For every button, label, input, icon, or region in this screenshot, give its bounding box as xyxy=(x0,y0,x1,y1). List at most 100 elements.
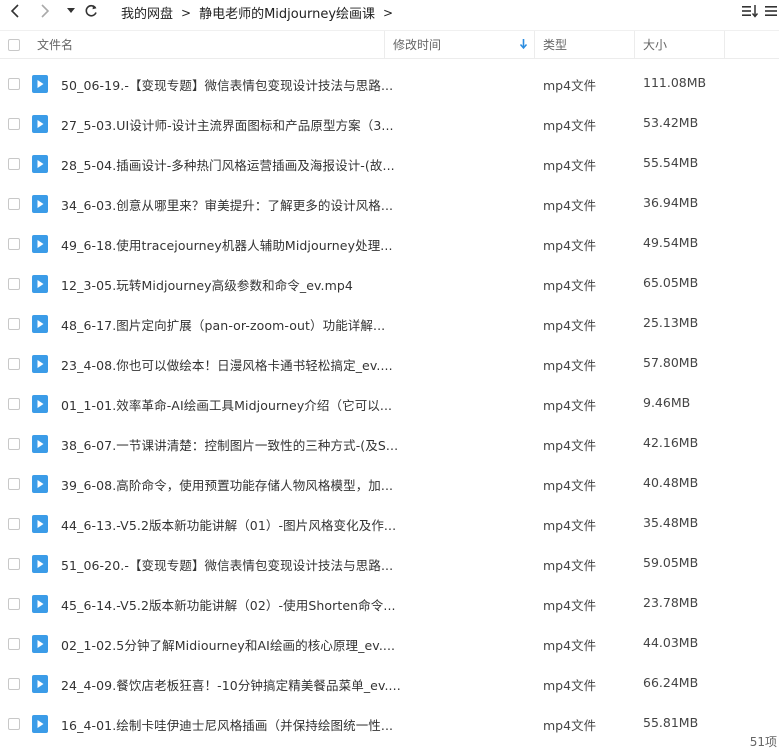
file-row[interactable]: 23_4-08.你也可以做绘本！日漫风格卡通书轻松搞定_ev.... mp4文件 5… xyxy=(0,344,779,384)
file-row[interactable]: 38_6-07.一节课讲清楚：控制图片一致性的三种方式-(及S... mp4文件 4… xyxy=(0,424,779,464)
file-type: mp4文件 xyxy=(543,278,597,293)
video-file-icon xyxy=(32,75,48,93)
file-size: 36.94MB xyxy=(643,195,699,210)
file-type: mp4文件 xyxy=(543,678,597,693)
video-file-icon xyxy=(32,195,48,213)
row-checkbox[interactable] xyxy=(8,518,20,530)
row-checkbox[interactable] xyxy=(8,678,20,690)
file-row[interactable]: 49_6-18.使用tracejourney机器人辅助Midjourney处理.… xyxy=(0,224,779,264)
file-name[interactable]: 48_6-17.图片定向扩展（pan-or-zoom-out）功能详解... xyxy=(61,315,385,334)
column-modified[interactable]: 修改时间 xyxy=(393,31,441,59)
file-type: mp4文件 xyxy=(543,358,597,373)
file-name[interactable]: 51_06-20.-【变现专题】微信表情包变现设计技法与思路... xyxy=(61,555,393,574)
row-checkbox[interactable] xyxy=(8,238,20,250)
file-row[interactable]: 39_6-08.高阶命令，使用预置功能存储人物风格模型，加... mp4文件 40.… xyxy=(0,464,779,504)
file-name[interactable]: 38_6-07.一节课讲清楚：控制图片一致性的三种方式-(及S... xyxy=(61,435,398,454)
file-row[interactable]: 24_4-09.餐饮店老板狂喜！-10分钟搞定精美餐品菜单_ev.... mp4文… xyxy=(0,664,779,704)
row-checkbox[interactable] xyxy=(8,558,20,570)
select-all-checkbox[interactable] xyxy=(8,39,20,51)
file-name[interactable]: 44_6-13.-V5.2版本新功能讲解（01）-图片风格变化及作... xyxy=(61,515,396,534)
file-row[interactable]: 01_1-01.效率革命-AI绘画工具Midjourney介绍（它可以... mp… xyxy=(0,384,779,424)
back-button[interactable] xyxy=(6,2,24,20)
file-type: mp4文件 xyxy=(543,478,597,493)
file-type: mp4文件 xyxy=(543,78,597,93)
row-checkbox[interactable] xyxy=(8,318,20,330)
file-row[interactable]: 51_06-20.-【变现专题】微信表情包变现设计技法与思路... mp4文件 59… xyxy=(0,544,779,584)
file-row[interactable]: 27_5-03.UI设计师-设计主流界面图标和产品原型方案（3... mp4文件 5… xyxy=(0,104,779,144)
row-checkbox[interactable] xyxy=(8,198,20,210)
file-name[interactable]: 01_1-01.效率革命-AI绘画工具Midjourney介绍（它可以... xyxy=(61,395,392,414)
file-type: mp4文件 xyxy=(543,318,597,333)
file-type: mp4文件 xyxy=(543,198,597,213)
row-checkbox[interactable] xyxy=(8,158,20,170)
file-type: mp4文件 xyxy=(543,638,597,653)
file-name[interactable]: 28_5-04.插画设计-多种热门风格运营插画及海报设计-(故... xyxy=(61,155,395,174)
column-size[interactable]: 大小 xyxy=(643,31,667,59)
file-size: 23.78MB xyxy=(643,595,699,610)
sort-icon xyxy=(742,5,759,18)
file-name[interactable]: 49_6-18.使用tracejourney机器人辅助Midjourney处理.… xyxy=(61,235,393,254)
video-file-icon xyxy=(32,435,48,453)
row-checkbox[interactable] xyxy=(8,118,20,130)
file-name[interactable]: 34_6-03.创意从哪里来？审美提升：了解更多的设计风格... xyxy=(61,195,393,214)
row-checkbox[interactable] xyxy=(8,278,20,290)
video-file-icon xyxy=(32,635,48,653)
file-row[interactable]: 45_6-14.-V5.2版本新功能讲解（02）-使用Shorten命令... m… xyxy=(0,584,779,624)
row-checkbox[interactable] xyxy=(8,598,20,610)
file-size: 9.46MB xyxy=(643,395,691,410)
file-size: 53.42MB xyxy=(643,115,699,130)
file-size: 66.24MB xyxy=(643,675,699,690)
file-row[interactable]: 02_1-02.5分钟了解Midiourney和AI绘画的核心原理_ev....… xyxy=(0,624,779,664)
column-divider[interactable] xyxy=(384,31,385,59)
file-name[interactable]: 02_1-02.5分钟了解Midiourney和AI绘画的核心原理_ev.... xyxy=(61,635,395,654)
column-type[interactable]: 类型 xyxy=(543,31,567,59)
row-checkbox[interactable] xyxy=(8,638,20,650)
file-name[interactable]: 24_4-09.餐饮店老板狂喜！-10分钟搞定精美餐品菜单_ev.... xyxy=(61,675,401,694)
file-row[interactable]: 48_6-17.图片定向扩展（pan-or-zoom-out）功能详解... mp… xyxy=(0,304,779,344)
file-size: 57.80MB xyxy=(643,355,699,370)
breadcrumb-item-root[interactable]: 我的网盘 xyxy=(121,3,173,22)
row-checkbox[interactable] xyxy=(8,398,20,410)
column-divider[interactable] xyxy=(534,31,535,59)
video-file-icon xyxy=(32,355,48,373)
row-checkbox[interactable] xyxy=(8,478,20,490)
sort-button[interactable] xyxy=(741,3,759,23)
breadcrumb: 我的网盘 > 静电老师的Midjourney绘画课 > xyxy=(121,3,401,23)
video-file-icon xyxy=(32,235,48,253)
forward-button[interactable] xyxy=(36,2,54,20)
refresh-button[interactable] xyxy=(82,2,100,20)
row-checkbox[interactable] xyxy=(8,438,20,450)
file-name[interactable]: 50_06-19.-【变现专题】微信表情包变现设计技法与思路... xyxy=(61,75,393,94)
column-divider[interactable] xyxy=(634,31,635,59)
file-name[interactable]: 16_4-01.绘制卡哇伊迪士尼风格插画（并保持绘图统一性... xyxy=(61,715,393,734)
file-name[interactable]: 23_4-08.你也可以做绘本！日漫风格卡通书轻松搞定_ev.... xyxy=(61,355,393,374)
video-file-icon xyxy=(32,275,48,293)
file-row[interactable]: 34_6-03.创意从哪里来？审美提升：了解更多的设计风格... mp4文件 36.… xyxy=(0,184,779,224)
file-row[interactable]: 16_4-01.绘制卡哇伊迪士尼风格插画（并保持绘图统一性... mp4文件 55.… xyxy=(0,704,779,744)
caret-down-icon xyxy=(67,8,75,13)
file-name[interactable]: 12_3-05.玩转Midjourney高级参数和命令_ev.mp4 xyxy=(61,275,353,294)
file-size: 65.05MB xyxy=(643,275,699,290)
video-file-icon xyxy=(32,395,48,413)
column-divider[interactable] xyxy=(724,31,725,59)
column-name[interactable]: 文件名 xyxy=(37,31,73,59)
row-checkbox[interactable] xyxy=(8,78,20,90)
file-row[interactable]: 28_5-04.插画设计-多种热门风格运营插画及海报设计-(故... mp4文件 5… xyxy=(0,144,779,184)
file-row[interactable]: 44_6-13.-V5.2版本新功能讲解（01）-图片风格变化及作... mp4文… xyxy=(0,504,779,544)
file-row[interactable]: 50_06-19.-【变现专题】微信表情包变现设计技法与思路... mp4文件 11… xyxy=(0,64,779,104)
file-name[interactable]: 45_6-14.-V5.2版本新功能讲解（02）-使用Shorten命令... xyxy=(61,595,396,614)
refresh-icon xyxy=(85,4,97,17)
video-file-icon xyxy=(32,675,48,693)
row-checkbox[interactable] xyxy=(8,718,20,730)
breadcrumb-item-folder[interactable]: 静电老师的Midjourney绘画课 xyxy=(199,3,375,22)
file-name[interactable]: 39_6-08.高阶命令，使用预置功能存储人物风格模型，加... xyxy=(61,475,393,494)
list-view-button[interactable] xyxy=(764,3,778,23)
video-file-icon xyxy=(32,115,48,133)
row-checkbox[interactable] xyxy=(8,358,20,370)
file-type: mp4文件 xyxy=(543,598,597,613)
file-type: mp4文件 xyxy=(543,438,597,453)
file-row[interactable]: 12_3-05.玩转Midjourney高级参数和命令_ev.mp4 mp4文件 6… xyxy=(0,264,779,304)
file-name[interactable]: 27_5-03.UI设计师-设计主流界面图标和产品原型方案（3... xyxy=(61,115,394,134)
history-dropdown-button[interactable] xyxy=(62,2,80,20)
video-file-icon xyxy=(32,155,48,173)
